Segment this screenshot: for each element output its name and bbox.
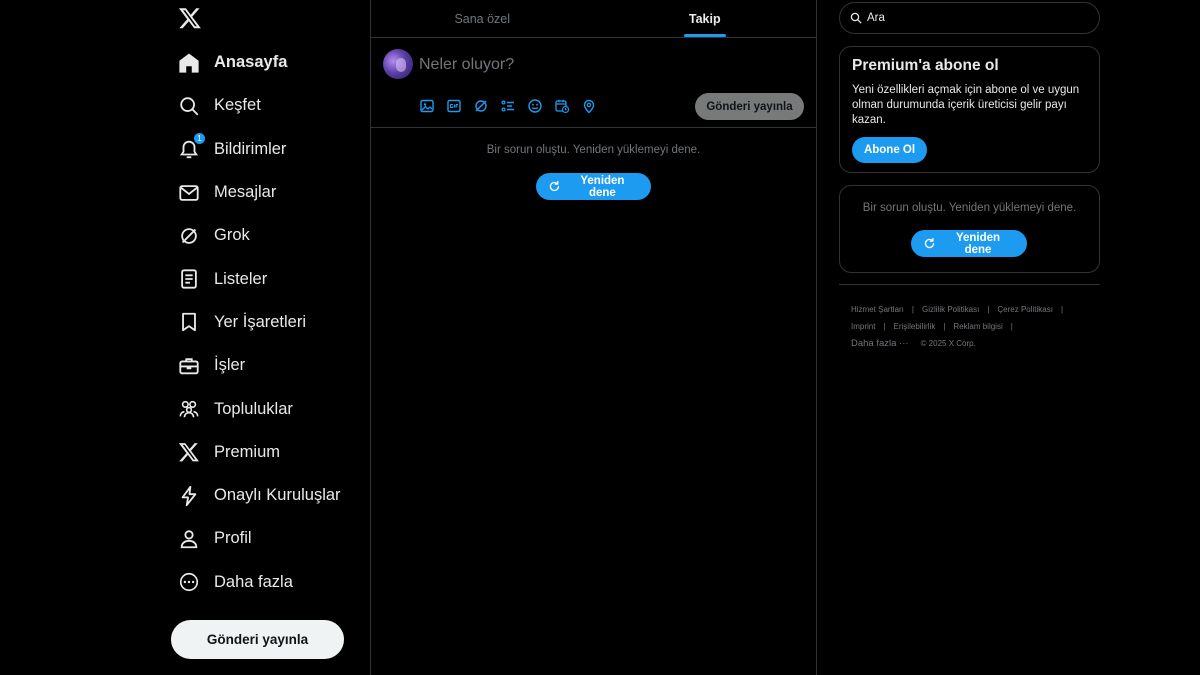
tab-following[interactable]: Takip [594,0,817,37]
nav-item-label: Onaylı Kuruluşlar [214,486,341,505]
nav-item-label: Anasayfa [214,53,288,72]
error-message: Bir sorun oluştu. Yeniden yüklemeyi dene… [486,144,701,156]
footer-link-accessibility[interactable]: Erişilebilirlik [894,318,936,335]
nav-item-label: Bildirimler [214,139,287,158]
emoji-icon[interactable] [527,98,543,114]
retry-label: Yeniden dene [955,231,1001,256]
nav-item-label: Topluluklar [214,399,293,418]
timeline-tabs: Sana özel Takip [371,0,816,38]
nav-item-label: İşler [214,356,246,375]
refresh-icon [924,237,935,249]
copyright: © 2025 X Corp. [920,339,976,348]
nav-item-notifications[interactable]: 1 Bildirimler [170,128,360,171]
footer-link-terms[interactable]: Hizmet Şartları [851,301,904,318]
post-button[interactable]: Gönderi yayınla [171,620,344,659]
nav-item-profile[interactable]: Profil [170,517,360,560]
footer-link-imprint[interactable]: Imprint [851,318,875,335]
retry-label: Yeniden dene [580,174,625,199]
subscribe-button[interactable]: Abone Ol [852,137,927,163]
nav-item-explore[interactable]: Keşfet [170,84,360,127]
nav-item-label: Grok [214,226,250,245]
footer-link-cookies[interactable]: Çerez Politikası [997,301,1053,318]
grok-icon [178,225,200,247]
lightning-icon [178,485,200,507]
premium-description: Yeni özellikleri açmak için abone ol ve … [852,84,1080,126]
retry-button[interactable]: Yeniden dene [911,230,1027,257]
footer: Hizmet Şartları | Gizlilik Politikası | Çe… [851,301,1096,352]
compose-toolbar [419,98,597,114]
nav-item-jobs[interactable]: İşler [170,344,360,387]
compose-input[interactable]: Neler oluyor? [419,56,514,74]
bookmark-icon [178,311,200,333]
nav-item-label: Mesajlar [214,183,277,202]
avatar[interactable] [383,49,413,79]
footer-link-ads-info[interactable]: Reklam bilgisi [953,318,1002,335]
search-icon [178,95,200,117]
x-logo-icon[interactable] [178,6,202,30]
divider [839,284,1100,285]
nav-item-label: Daha fazla [214,572,293,591]
nav-item-grok[interactable]: Grok [170,214,360,257]
nav-item-messages[interactable]: Mesajlar [170,171,360,214]
more-circle-icon [178,571,200,593]
premium-title: Premium'a abone ol [852,57,999,74]
retry-button[interactable]: Yeniden dene [536,173,651,200]
compose-post-button[interactable]: Gönderi yayınla [695,93,804,120]
tab-for-you[interactable]: Sana özel [371,0,594,37]
error-message: Bir sorun oluştu. Yeniden yüklemeyi dene… [862,202,1077,214]
main-column: Sana özel Takip Neler oluyor? Gönderi ya… [370,0,817,675]
nav-item-more[interactable]: Daha fazla [170,561,360,604]
nav-item-premium[interactable]: Premium [170,431,360,474]
mail-icon [178,182,200,204]
person-icon [178,528,200,550]
list-icon [178,268,200,290]
search-input[interactable] [867,12,1087,24]
premium-card: Premium'a abone ol Yeni özellikleri açma… [839,46,1100,173]
nav-item-lists[interactable]: Listeler [170,257,360,300]
location-icon[interactable] [581,98,597,114]
nav-item-label: Premium [214,442,281,461]
refresh-icon [549,180,560,192]
footer-more-link[interactable]: Daha fazla ··· [851,335,909,352]
search-box[interactable] [839,2,1100,34]
communities-icon [178,398,200,420]
schedule-icon[interactable] [554,98,570,114]
search-icon [850,12,862,24]
left-sidebar: Anasayfa Keşfet 1 Bildirimler Mesajlar G… [170,0,370,675]
nav-item-verified-orgs[interactable]: Onaylı Kuruluşlar [170,474,360,517]
image-icon[interactable] [419,98,435,114]
home-icon [178,52,200,74]
nav-item-label: Yer İşaretleri [214,312,307,331]
nav-item-communities[interactable]: Topluluklar [170,387,360,430]
nav-item-label: Profil [214,529,252,548]
nav-item-home[interactable]: Anasayfa [170,41,360,84]
gif-icon[interactable] [446,98,462,114]
briefcase-icon [178,355,200,377]
main-nav: Anasayfa Keşfet 1 Bildirimler Mesajlar G… [170,41,360,604]
nav-item-bookmarks[interactable]: Yer İşaretleri [170,301,360,344]
poll-icon[interactable] [500,98,516,114]
notification-badge: 1 [194,133,205,145]
nav-item-label: Listeler [214,269,268,288]
trends-error-card: Bir sorun oluştu. Yeniden yüklemeyi dene… [839,185,1100,273]
x-logo-icon [178,441,200,463]
footer-link-privacy[interactable]: Gizlilik Politikası [922,301,979,318]
bell-icon: 1 [178,133,205,160]
nav-item-label: Keşfet [214,96,261,115]
grok-icon[interactable] [473,98,489,114]
